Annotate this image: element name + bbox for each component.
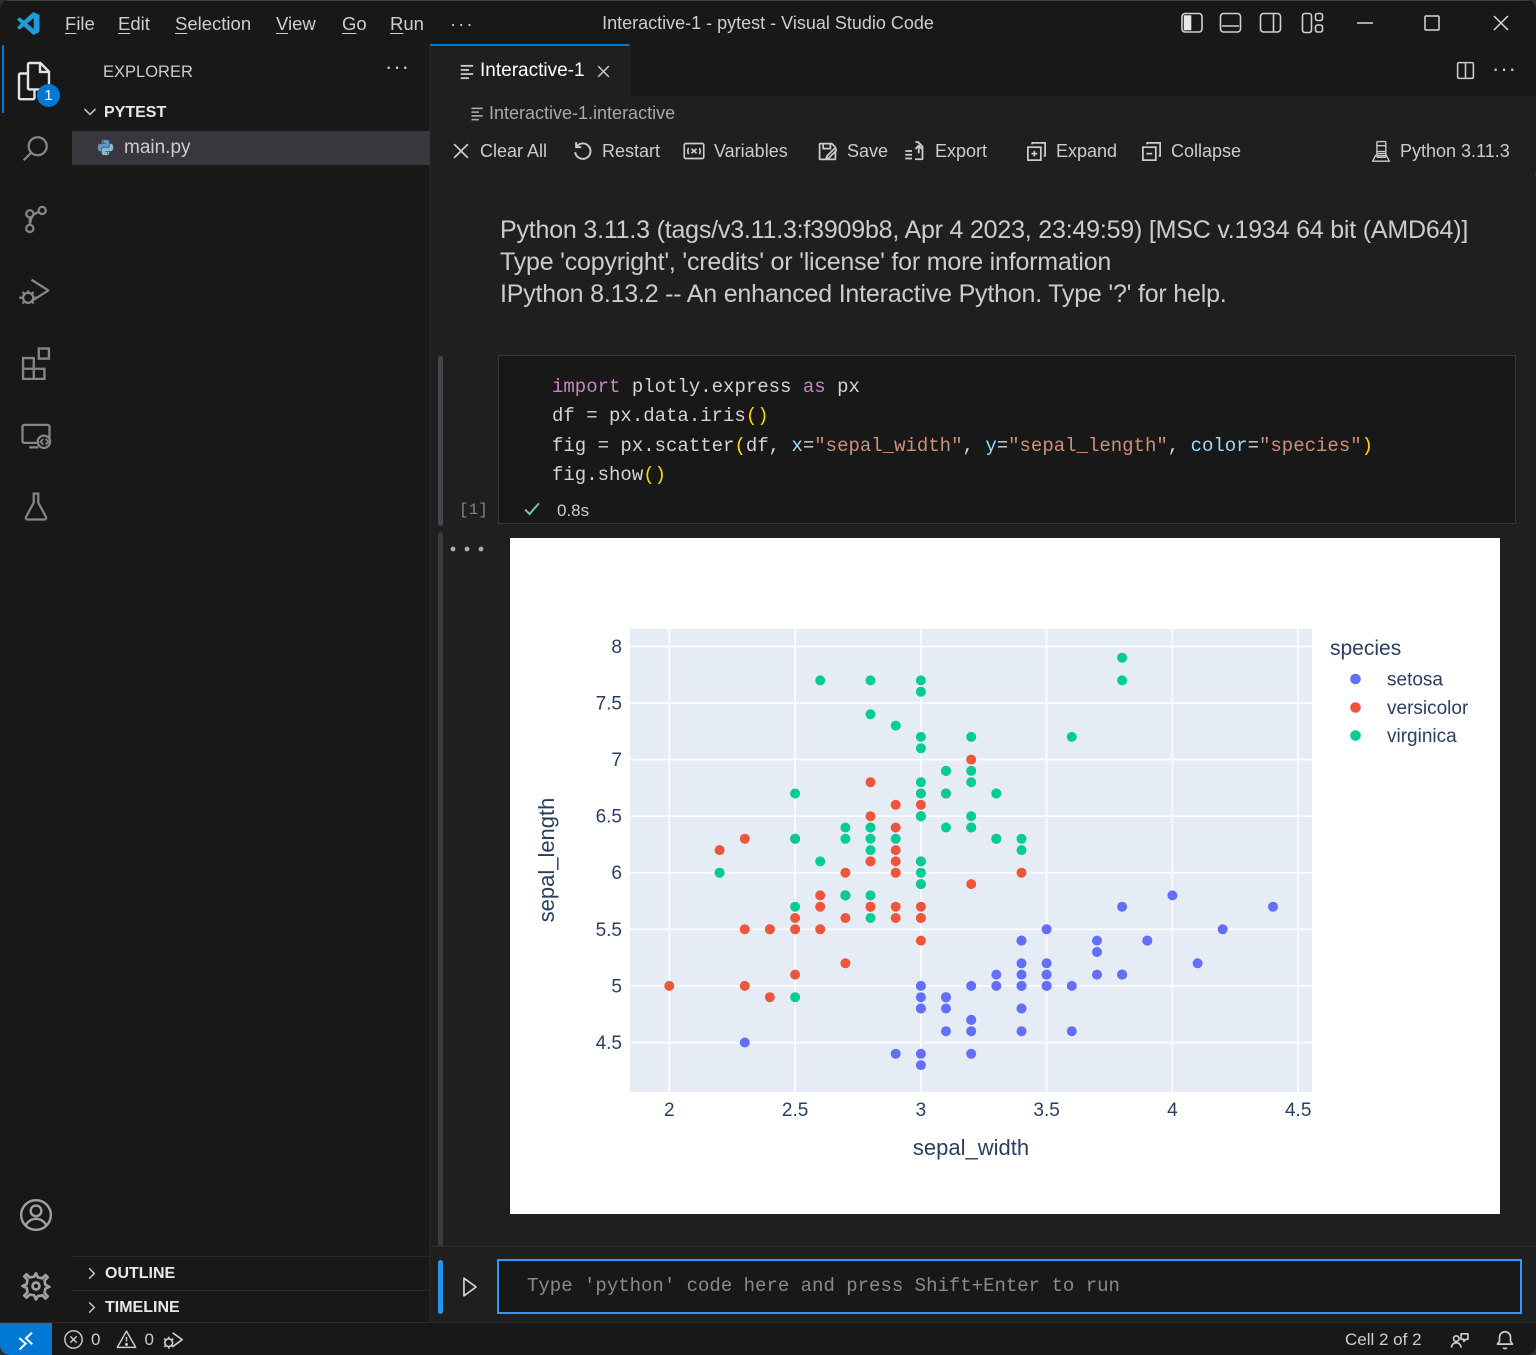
svg-text:sepal_width: sepal_width [913,1135,1029,1160]
svg-text:3.5: 3.5 [1033,1100,1059,1121]
svg-text:sepal_length: sepal_length [534,798,559,923]
svg-text:8: 8 [611,637,622,658]
svg-text:7.5: 7.5 [596,694,622,715]
svg-text:6: 6 [611,863,622,884]
svg-text:5: 5 [611,976,622,997]
svg-text:4.5: 4.5 [1285,1100,1311,1121]
svg-text:3: 3 [916,1100,927,1121]
svg-text:setosa: setosa [1387,670,1443,691]
svg-text:2: 2 [664,1100,675,1121]
svg-text:virginica: virginica [1387,726,1457,747]
svg-text:4.5: 4.5 [596,1033,622,1054]
svg-text:7: 7 [611,750,622,771]
svg-text:species: species [1330,637,1401,660]
svg-text:4: 4 [1167,1100,1178,1121]
svg-text:versicolor: versicolor [1387,698,1469,719]
svg-text:5.5: 5.5 [596,920,622,941]
svg-text:2.5: 2.5 [782,1100,808,1121]
svg-text:6.5: 6.5 [596,807,622,828]
